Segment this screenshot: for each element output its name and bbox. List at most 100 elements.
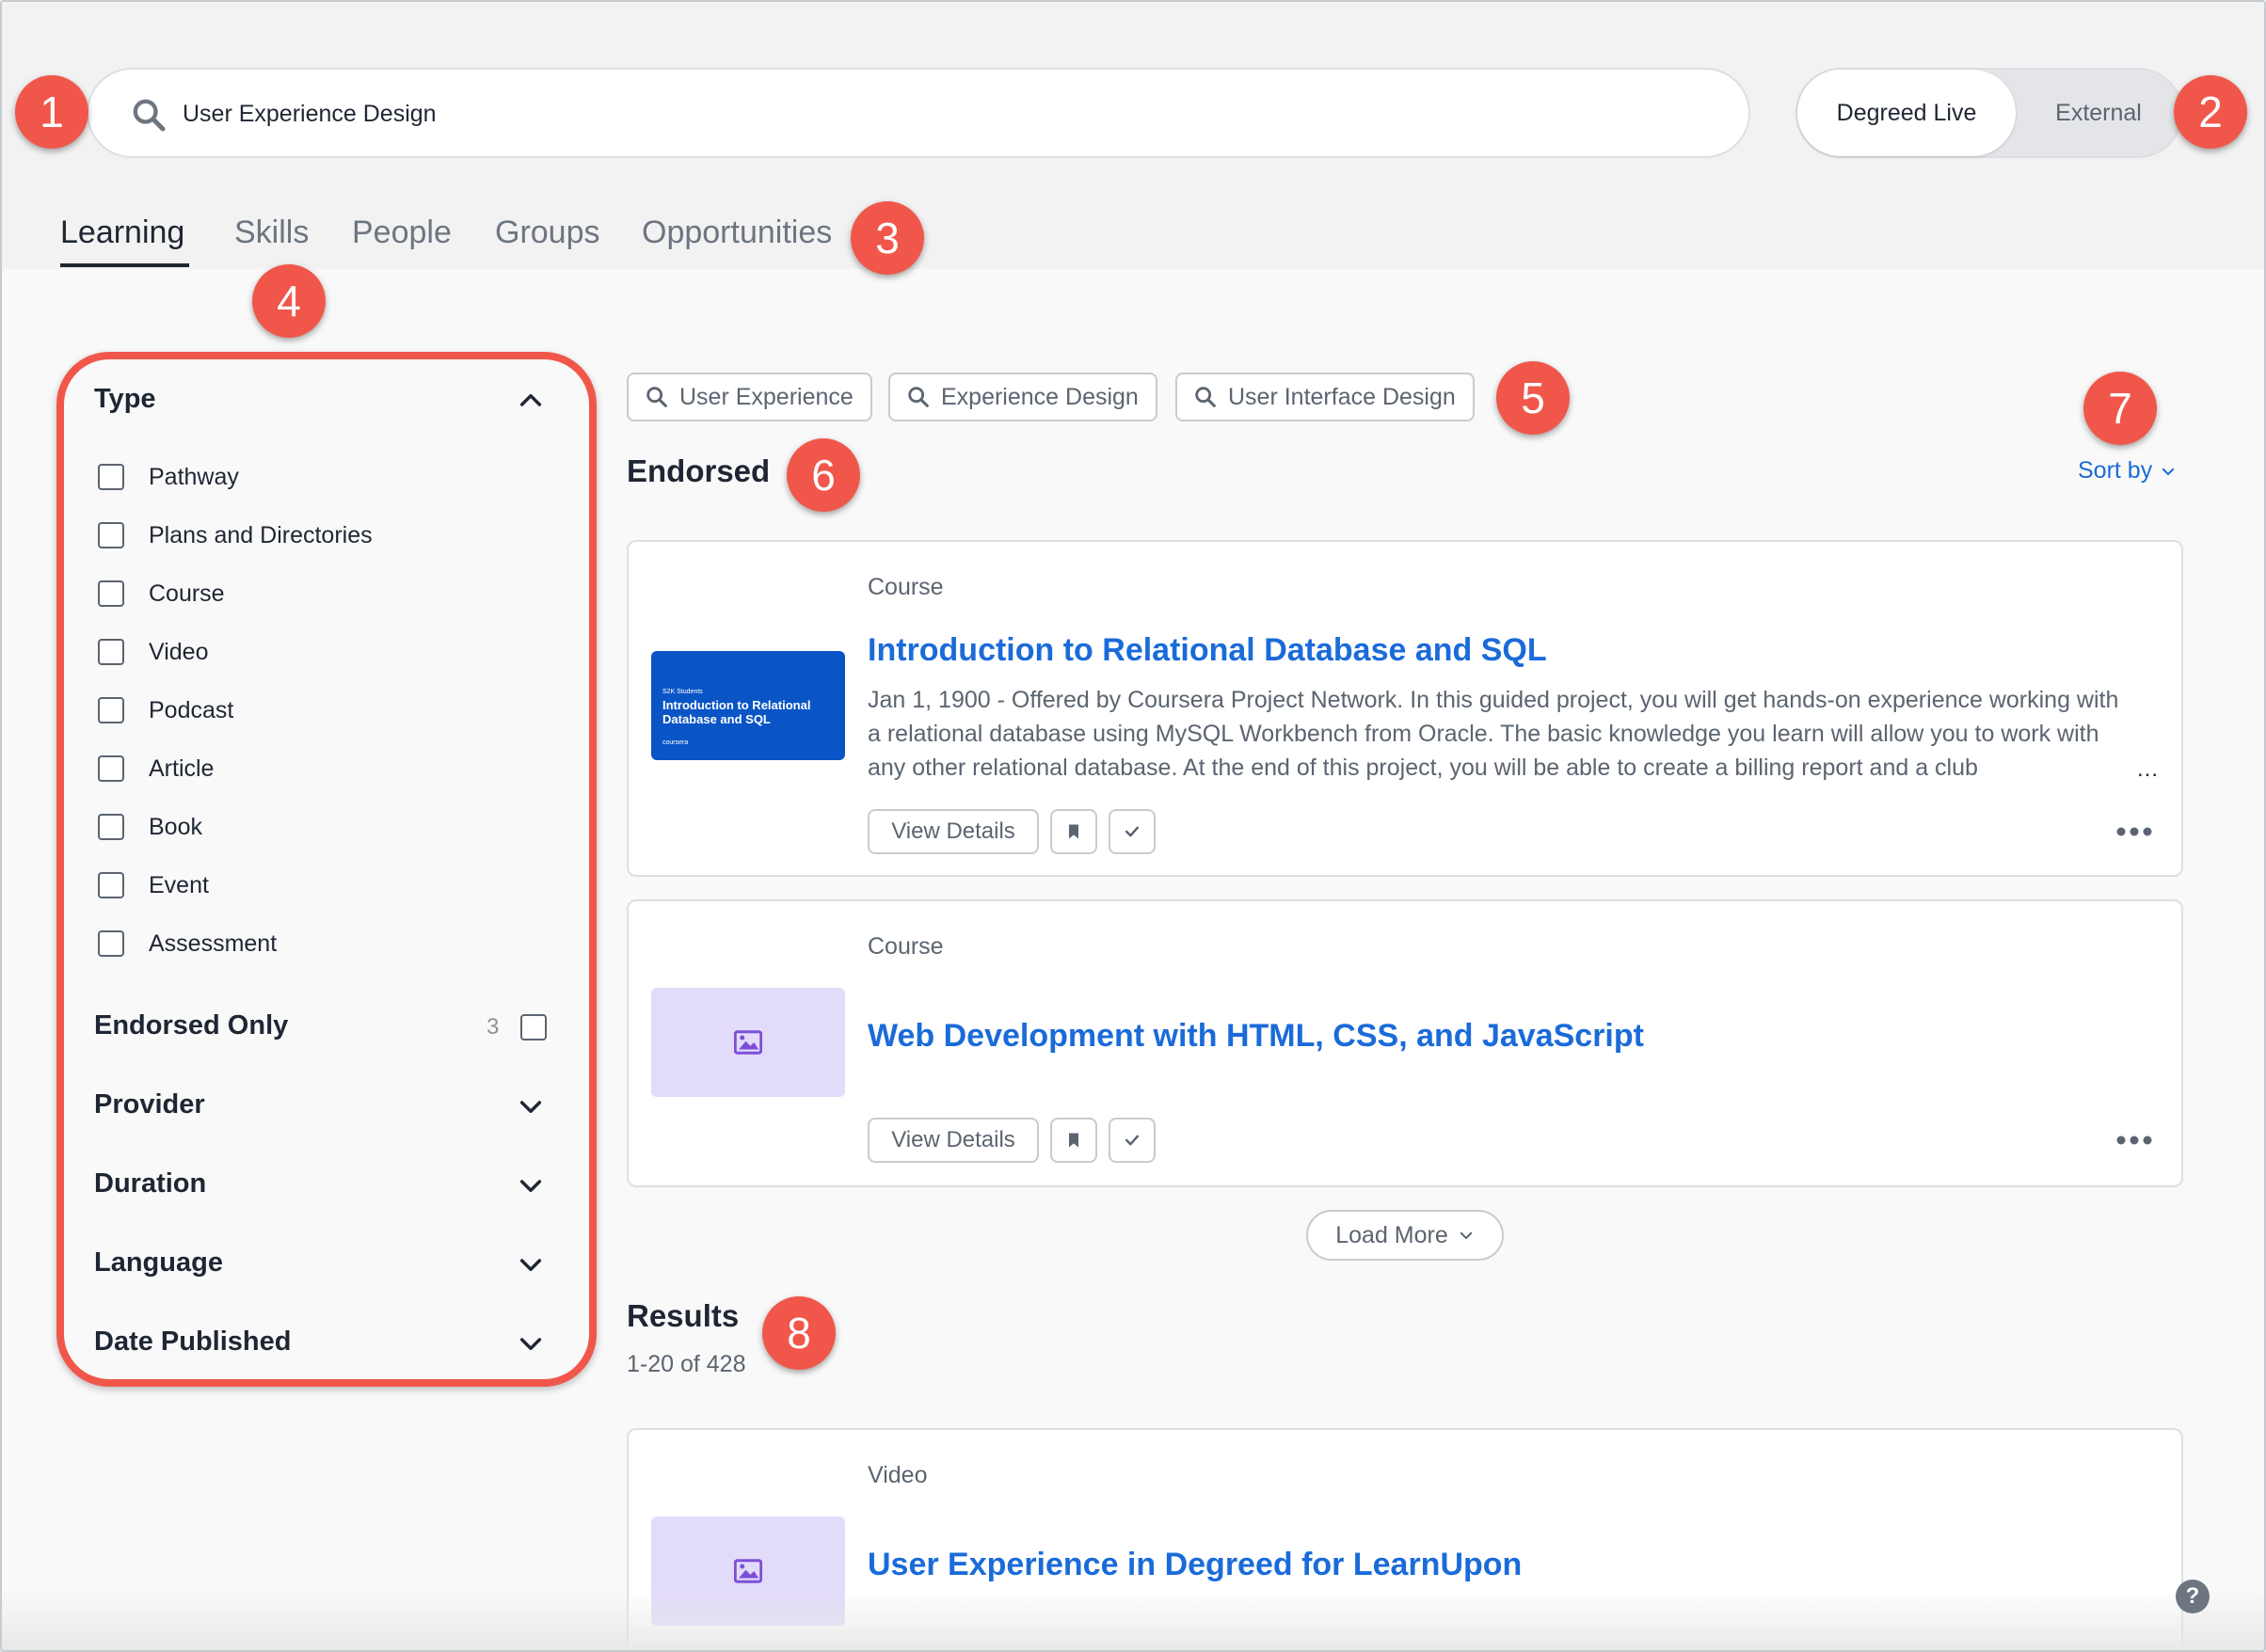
filter-duration-heading[interactable]: Duration (94, 1168, 206, 1199)
check-icon (1125, 1135, 1140, 1146)
callout-badge-8: 8 (762, 1296, 836, 1370)
results-heading: Results (627, 1298, 740, 1333)
chevron-up-icon[interactable] (516, 386, 546, 416)
filter-option-label: Podcast (149, 696, 234, 723)
bookmark-button[interactable] (1050, 1118, 1097, 1163)
filter-option-label: Plans and Directories (149, 521, 373, 548)
checkbox[interactable] (98, 580, 124, 607)
course-thumbnail[interactable]: S2K Students Introduction to Relational … (651, 651, 845, 760)
filter-option-label: Book (149, 813, 202, 840)
bookmark-button[interactable] (1050, 809, 1097, 854)
toggle-degreed-live[interactable]: Degreed Live (1797, 70, 2016, 156)
card-title-link[interactable]: Web Development with HTML, CSS, and Java… (868, 1018, 1644, 1055)
content-type-label: Course (868, 574, 944, 600)
mark-complete-button[interactable] (1109, 1118, 1156, 1163)
filter-option-podcast[interactable]: Podcast (98, 691, 233, 729)
thumbnail-brand: coursera (662, 739, 689, 746)
card-title-link[interactable]: Introduction to Relational Database and … (868, 632, 1547, 669)
source-toggle: Degreed Live External (1795, 68, 2183, 158)
search-input[interactable] (183, 87, 1688, 141)
tab-people[interactable]: People (352, 214, 452, 251)
endorsed-heading: Endorsed (627, 453, 771, 488)
filter-option-label: Assessment (149, 929, 278, 957)
filter-option-book[interactable]: Book (98, 808, 202, 846)
checkbox[interactable] (98, 930, 124, 957)
filter-option-event[interactable]: Event (98, 866, 209, 904)
read-more-ellipsis[interactable]: ... (2137, 756, 2159, 783)
bookmark-icon (1069, 1133, 1078, 1148)
chevron-down-icon (1460, 1231, 1472, 1239)
view-details-button[interactable]: View Details (868, 809, 1039, 854)
checkbox[interactable] (98, 814, 124, 840)
card-title-link[interactable]: User Experience in Degreed for LearnUpon (868, 1547, 1522, 1583)
filter-type-heading[interactable]: Type (94, 384, 156, 415)
tab-learning[interactable]: Learning (60, 214, 184, 251)
load-more-label: Load More (1335, 1221, 1448, 1248)
help-button[interactable]: ? (2176, 1580, 2210, 1613)
filter-endorsed-only-label: Endorsed Only (94, 1010, 289, 1040)
filter-date-published-heading[interactable]: Date Published (94, 1326, 292, 1358)
filter-option-video[interactable]: Video (98, 633, 209, 671)
chevron-down-icon[interactable] (516, 1170, 546, 1200)
tab-skills[interactable]: Skills (234, 214, 309, 251)
mark-complete-button[interactable] (1109, 809, 1156, 854)
callout-badge-7: 7 (2083, 372, 2157, 445)
image-placeholder-icon (734, 1559, 762, 1583)
filter-option-course[interactable]: Course (98, 575, 225, 612)
tab-groups[interactable]: Groups (495, 214, 600, 251)
load-more-button[interactable]: Load More (1306, 1210, 1504, 1261)
search-icon (1195, 387, 1216, 407)
more-options-icon[interactable] (2115, 826, 2153, 837)
learning-card[interactable]: S2K Students Introduction to Relational … (627, 540, 2183, 877)
filter-option-label: Course (149, 580, 225, 607)
search-icon (908, 387, 929, 407)
checkbox[interactable] (98, 639, 124, 665)
search-bar[interactable] (87, 68, 1750, 158)
chevron-down-icon (2162, 468, 2175, 475)
scroll-fade (0, 1590, 2266, 1652)
suggestion-label: User Experience (679, 383, 854, 410)
sort-by-dropdown[interactable]: Sort by (2078, 457, 2177, 484)
checkbox[interactable] (98, 755, 124, 782)
card-description: Jan 1, 1900 - Offered by Coursera Projec… (868, 687, 2119, 781)
thumbnail-caption: S2K Students (662, 689, 703, 695)
checkbox[interactable] (98, 697, 124, 723)
filter-option-label: Event (149, 871, 209, 898)
suggestion-chip[interactable]: User Experience (627, 373, 872, 421)
view-details-button[interactable]: View Details (868, 1118, 1039, 1163)
toggle-external[interactable]: External (2016, 70, 2181, 156)
callout-badge-6: 6 (787, 438, 860, 512)
callout-badge-3: 3 (851, 201, 924, 275)
course-thumbnail[interactable] (651, 988, 845, 1097)
chevron-down-icon[interactable] (516, 1091, 546, 1121)
search-icon (133, 99, 166, 132)
checkbox[interactable] (98, 522, 124, 548)
filter-option-pathway[interactable]: Pathway (98, 458, 239, 496)
checkbox[interactable] (98, 464, 124, 490)
suggestion-chip[interactable]: User Interface Design (1175, 373, 1475, 421)
learning-card[interactable]: Course Web Development with HTML, CSS, a… (627, 899, 2183, 1187)
thumbnail-title: Introduction to Relational Database and … (662, 698, 811, 726)
sort-by-label: Sort by (2078, 457, 2153, 484)
filter-option-article[interactable]: Article (98, 750, 214, 787)
endorsed-count: 3 (487, 1014, 500, 1040)
check-icon (1125, 826, 1140, 837)
callout-badge-4: 4 (252, 264, 326, 338)
suggestion-label: User Interface Design (1228, 383, 1456, 410)
filter-language-heading[interactable]: Language (94, 1247, 223, 1279)
tab-opportunities[interactable]: Opportunities (642, 214, 832, 251)
results-count: 1-20 of 428 (627, 1351, 746, 1377)
filter-option-label: Article (149, 755, 215, 782)
filter-option-assessment[interactable]: Assessment (98, 925, 277, 962)
chevron-down-icon[interactable] (516, 1249, 546, 1279)
callout-badge-1: 1 (15, 75, 88, 149)
filter-provider-heading[interactable]: Provider (94, 1089, 205, 1120)
more-options-icon[interactable] (2115, 1135, 2153, 1146)
chevron-down-icon[interactable] (516, 1328, 546, 1358)
search-icon (646, 387, 667, 407)
checkbox[interactable] (98, 872, 124, 898)
endorsed-only-checkbox[interactable] (520, 1014, 547, 1040)
filter-option-plans-and-directories[interactable]: Plans and Directories (98, 516, 373, 554)
suggestion-chip[interactable]: Experience Design (888, 373, 1157, 421)
image-placeholder-icon (734, 1030, 762, 1055)
